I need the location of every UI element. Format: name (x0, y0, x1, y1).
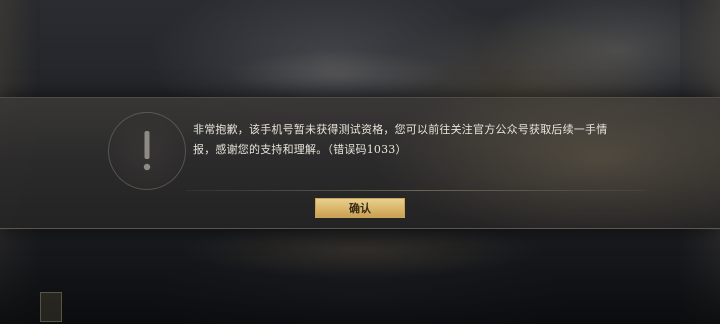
error-message: 非常抱歉，该手机号暂未获得测试资格，您可以前往关注官方公众号获取后续一手情报，感… (193, 123, 608, 156)
game-screen: 非常抱歉，该手机号暂未获得测试资格，您可以前往关注官方公众号获取后续一手情报，感… (0, 0, 720, 324)
background-corner-element (40, 292, 62, 322)
background-logo (225, 50, 455, 98)
confirm-button[interactable]: 确认 (315, 198, 405, 218)
dialog-divider (186, 190, 646, 191)
error-dialog: 非常抱歉，该手机号暂未获得测试资格，您可以前往关注官方公众号获取后续一手情报，感… (0, 97, 720, 229)
exclamation-icon (108, 112, 186, 190)
background-floor (0, 230, 720, 324)
